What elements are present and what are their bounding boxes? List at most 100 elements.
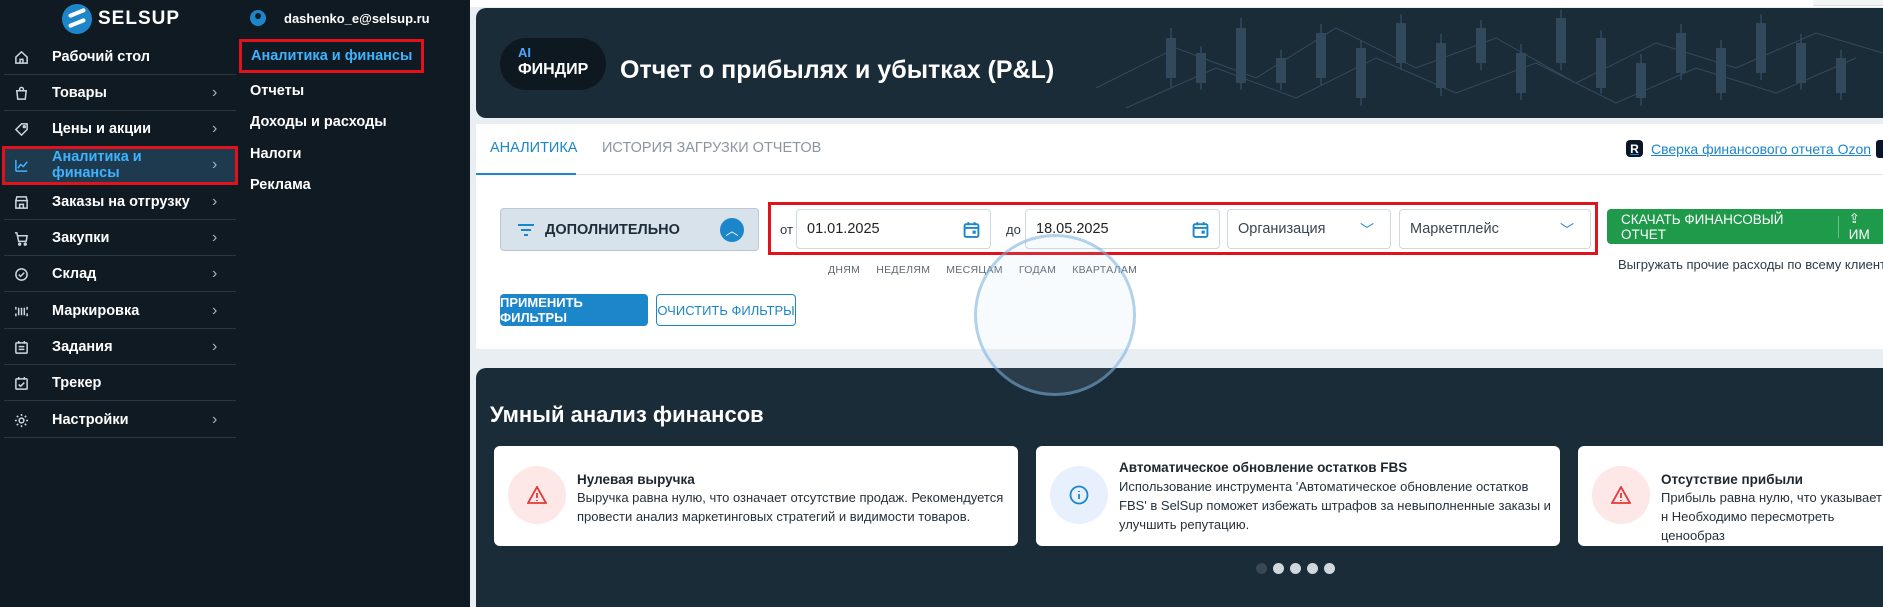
sidebar-item-label: Цены и акции: [52, 121, 152, 137]
active-tab-indicator: [476, 173, 576, 175]
sidebar-item-analytics[interactable]: Аналитика и финансы ›: [2, 146, 238, 185]
sidebar-item-tasks[interactable]: Задания ›: [4, 330, 236, 365]
subnav-item-income-expenses[interactable]: Доходы и расходы: [248, 110, 389, 134]
badge-ai-label: AI: [518, 45, 531, 60]
insight-card[interactable]: Автоматическое обновление остатков FBS И…: [1036, 446, 1560, 546]
chevron-right-icon: ›: [212, 302, 218, 319]
sidebar-item-marking[interactable]: Маркировка ›: [4, 294, 236, 329]
top-right-control[interactable]: [1813, 0, 1883, 6]
main-content: AI ФИНДИР Отчет о прибылях и убытках (P&…: [470, 0, 1883, 607]
sidebar-item-settings[interactable]: Настройки ›: [4, 403, 236, 438]
carousel-dot[interactable]: [1273, 563, 1284, 574]
home-icon: [4, 50, 38, 65]
period-quarters[interactable]: КВАРТАЛАМ: [1072, 264, 1137, 276]
sidebar: SELSUP Рабочий стол Товары › Цены и акци…: [0, 0, 238, 607]
advanced-filters-toggle[interactable]: ДОПОЛНИТЕЛЬНО ︿: [500, 208, 759, 251]
date-to-input[interactable]: [1036, 221, 1166, 237]
chevron-right-icon: ›: [212, 229, 218, 246]
subnav-item-reports[interactable]: Отчеты: [248, 79, 306, 103]
warning-icon: [1592, 466, 1650, 524]
clear-filters-button[interactable]: ОЧИСТИТЬ ФИЛЬТРЫ: [656, 294, 796, 326]
advanced-filters-label: ДОПОЛНИТЕЛЬНО: [545, 221, 680, 238]
chevron-right-icon: ›: [212, 411, 218, 428]
tab-upload-history[interactable]: ИСТОРИЯ ЗАГРУЗКИ ОТЧЕТОВ: [602, 140, 821, 156]
insight-card[interactable]: Нулевая выручка Выручка равна нулю, что …: [494, 446, 1018, 546]
user-icon: [250, 10, 266, 26]
warning-icon: [508, 466, 566, 524]
sidebar-item-label: Заказы на отгрузку: [52, 194, 190, 210]
insight-text: Прибыль равна нулю, что указывает н Необ…: [1661, 490, 1882, 543]
ai-findir-badge: AI ФИНДИР: [500, 38, 606, 90]
period-days[interactable]: ДНЯМ: [828, 264, 860, 276]
import-label: ИМ: [1848, 227, 1870, 242]
logo[interactable]: SELSUP: [62, 2, 180, 36]
import-button[interactable]: ⇪ ИМ: [1849, 211, 1883, 242]
insight-text: Выручка равна нулю, что означает отсутст…: [577, 490, 1004, 524]
period-weeks[interactable]: НЕДЕЛЯМ: [876, 264, 930, 276]
organization-placeholder: Организация: [1238, 221, 1326, 237]
sidebar-item-label: Закупки: [52, 230, 110, 246]
sidebar-item-label: Маркировка: [52, 303, 140, 319]
tabs: АНАЛИТИКА ИСТОРИЯ ЗАГРУЗКИ ОТЧЕТОВ Сверк…: [476, 124, 1883, 175]
sidebar-item-tracker[interactable]: Трекер: [4, 366, 236, 401]
period-months[interactable]: МЕСЯЦАМ: [946, 264, 1003, 276]
sidebar-item-label: Трекер: [52, 375, 102, 391]
sidebar-item-prices[interactable]: Цены и акции ›: [4, 112, 236, 147]
chevron-down-icon: ﹀: [1360, 222, 1374, 238]
chevron-right-icon: ›: [212, 265, 218, 282]
carousel-dot[interactable]: [1290, 563, 1301, 574]
calendar-icon[interactable]: [963, 221, 980, 238]
sidebar-item-orders[interactable]: Заказы на отгрузку ›: [4, 185, 236, 220]
sidebar-item-warehouse[interactable]: Склад ›: [4, 257, 236, 292]
carousel-dot[interactable]: [1256, 563, 1267, 574]
user-account[interactable]: dashenko_e@selsup.ru: [250, 10, 430, 26]
subnav-item-ads[interactable]: Реклама: [248, 173, 313, 197]
barcode-icon: [4, 304, 38, 319]
chevron-right-icon: ›: [212, 84, 218, 101]
sidebar-item-label: Склад: [52, 266, 97, 282]
calendar-icon[interactable]: [1192, 221, 1209, 238]
ozon-reconciliation-link[interactable]: Сверка финансового отчета Ozon: [1626, 140, 1871, 157]
marketplace-placeholder: Маркетплейс: [1410, 221, 1499, 237]
sidebar-item-label: Задания: [52, 339, 113, 355]
chevron-up-icon: ︿: [720, 217, 744, 242]
carousel-dot[interactable]: [1307, 563, 1318, 574]
organization-select[interactable]: Организация ﹀: [1227, 209, 1391, 249]
sidebar-item-label: Товары: [52, 85, 107, 101]
smart-analysis-section: Умный анализ финансов Нулевая выручка Вы…: [476, 368, 1883, 607]
logo-icon: [62, 4, 92, 34]
period-years[interactable]: ГОДАМ: [1019, 264, 1056, 276]
logo-text: SELSUP: [98, 8, 181, 29]
sidebar-item-label: Аналитика и финансы: [52, 149, 142, 181]
group-by-periods: ДНЯМ НЕДЕЛЯМ МЕСЯЦАМ ГОДАМ КВАРТАЛАМ: [828, 264, 1137, 276]
insight-card[interactable]: Отсутствие прибыли Прибыль равна нулю, ч…: [1578, 446, 1883, 546]
carousel-dot[interactable]: [1324, 563, 1335, 574]
subnav-item-analytics-finance[interactable]: Аналитика и финансы: [238, 39, 425, 73]
cut-off-icon[interactable]: [1876, 140, 1883, 158]
marketplace-select[interactable]: Маркетплейс ﹀: [1399, 209, 1591, 249]
cart-icon: [4, 231, 38, 246]
download-report-button[interactable]: СКАЧАТЬ ФИНАНСОВЫЙ ОТЧЕТ ⇪ ИМ: [1607, 209, 1883, 244]
date-from-field[interactable]: [796, 209, 991, 249]
sidebar-item-goods[interactable]: Товары ›: [4, 76, 236, 111]
chevron-right-icon: ›: [212, 120, 218, 137]
date-from-input[interactable]: [807, 221, 937, 237]
gear-icon: [4, 413, 38, 428]
smart-analysis-title: Умный анализ финансов: [490, 402, 764, 427]
chevron-right-icon: ›: [212, 193, 218, 210]
tab-analytics[interactable]: АНАЛИТИКА: [490, 140, 577, 156]
chevron-down-icon: ﹀: [1560, 222, 1574, 238]
insight-title: Нулевая выручка: [577, 472, 695, 487]
apply-filters-button[interactable]: ПРИМЕНИТЬ ФИЛЬТРЫ: [500, 294, 648, 326]
sidebar-item-label: Настройки: [52, 412, 129, 428]
info-icon: [1050, 466, 1108, 524]
sidebar-item-desktop[interactable]: Рабочий стол: [4, 40, 236, 75]
tasks-icon: [4, 340, 38, 355]
filters-panel: АНАЛИТИКА ИСТОРИЯ ЗАГРУЗКИ ОТЧЕТОВ Сверк…: [476, 124, 1883, 349]
ozon-logo-icon: [1626, 140, 1643, 157]
subnav-item-taxes[interactable]: Налоги: [248, 142, 303, 166]
store-icon: [4, 195, 38, 210]
date-to-field[interactable]: [1025, 209, 1220, 249]
sidebar-item-purchases[interactable]: Закупки ›: [4, 221, 236, 256]
filter-icon: [518, 223, 534, 236]
